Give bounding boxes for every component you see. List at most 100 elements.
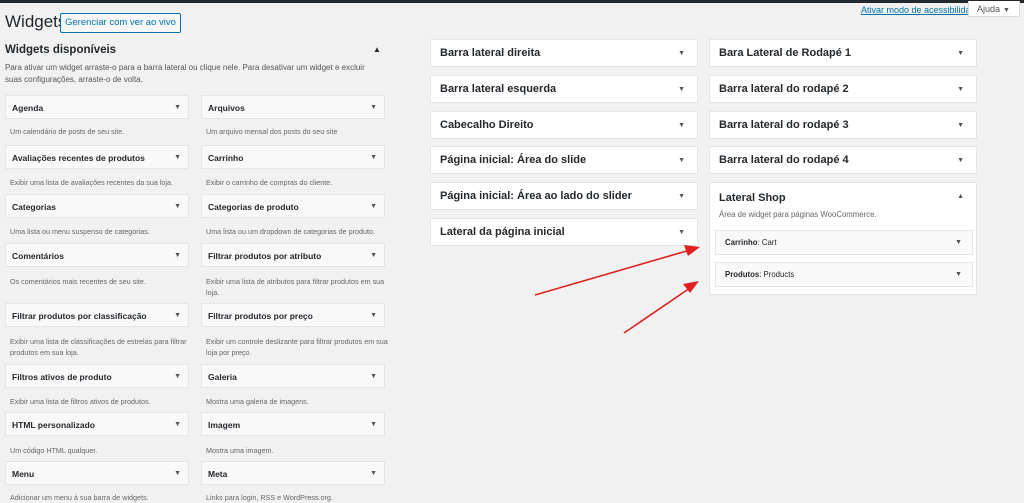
available-widgets-description: Para ativar um widget arraste-o para a b… bbox=[5, 63, 365, 84]
sidebar-title: Barra lateral direita bbox=[440, 47, 541, 59]
sidebar-pagina-inicial-ao-lado-slider[interactable]: Página inicial: Área ao lado do slider ▼ bbox=[430, 182, 698, 210]
widget-menu[interactable]: Menu ▼ bbox=[5, 461, 189, 485]
widget-filtros-ativos[interactable]: Filtros ativos de produto ▼ bbox=[5, 364, 189, 388]
collapse-arrow-icon[interactable]: ▲ bbox=[957, 193, 964, 200]
expand-arrow-icon[interactable]: ▼ bbox=[370, 244, 377, 268]
expand-arrow-icon[interactable]: ▼ bbox=[955, 263, 962, 287]
widget-description: Exibir uma lista de classificações de es… bbox=[10, 337, 187, 357]
expand-arrow-icon[interactable]: ▼ bbox=[174, 195, 181, 219]
expand-arrow-icon[interactable]: ▼ bbox=[957, 76, 964, 103]
widget-meta[interactable]: Meta ▼ bbox=[201, 461, 385, 485]
widget-html-personalizado[interactable]: HTML personalizado ▼ bbox=[5, 412, 189, 436]
widget-carrinho[interactable]: Carrinho ▼ bbox=[201, 145, 385, 169]
widget-title: Agenda bbox=[12, 103, 44, 113]
expand-arrow-icon[interactable]: ▼ bbox=[370, 413, 377, 437]
widget-title: Galeria bbox=[208, 372, 237, 382]
sidebar-title: Barra lateral esquerda bbox=[440, 83, 557, 95]
manage-live-preview-button[interactable]: Gerenciar com ver ao vivo bbox=[60, 13, 181, 33]
widget-imagem[interactable]: Imagem ▼ bbox=[201, 412, 385, 436]
expand-arrow-icon[interactable]: ▼ bbox=[174, 413, 181, 437]
sidebar-rodape-2[interactable]: Barra lateral do rodapé 2 ▼ bbox=[709, 75, 977, 103]
expand-arrow-icon[interactable]: ▼ bbox=[678, 183, 685, 210]
expand-arrow-icon[interactable]: ▼ bbox=[174, 462, 181, 486]
widget-filtrar-por-atributo[interactable]: Filtrar produtos por atributo ▼ bbox=[201, 243, 385, 267]
sidebar-title: Barra lateral do rodapé 3 bbox=[719, 119, 849, 131]
sidebar-pagina-inicial-slide[interactable]: Página inicial: Área do slide ▼ bbox=[430, 146, 698, 174]
widget-title: Filtrar produtos por preço bbox=[208, 311, 313, 321]
expand-arrow-icon[interactable]: ▼ bbox=[174, 146, 181, 170]
expand-arrow-icon[interactable]: ▼ bbox=[678, 147, 685, 174]
expand-arrow-icon[interactable]: ▼ bbox=[957, 112, 964, 139]
widget-description: Exibir um controle deslizante para filtr… bbox=[206, 337, 388, 357]
sidebar-title[interactable]: Lateral Shop bbox=[719, 192, 786, 204]
expand-arrow-icon[interactable]: ▼ bbox=[957, 40, 964, 67]
widget-title: Carrinho bbox=[208, 153, 244, 163]
widget-title: Filtrar produtos por classificação bbox=[12, 311, 147, 321]
widget-description: Uma lista ou menu suspenso de categorias… bbox=[10, 227, 150, 236]
widget-galeria[interactable]: Galeria ▼ bbox=[201, 364, 385, 388]
expand-arrow-icon[interactable]: ▼ bbox=[955, 231, 962, 255]
expand-arrow-icon[interactable]: ▼ bbox=[678, 76, 685, 103]
sidebar-barra-lateral-direita[interactable]: Barra lateral direita ▼ bbox=[430, 39, 698, 67]
sidebar-barra-lateral-esquerda[interactable]: Barra lateral esquerda ▼ bbox=[430, 75, 698, 103]
collapse-toggle-icon[interactable]: ▲ bbox=[373, 45, 381, 54]
annotation-arrowhead-2 bbox=[683, 281, 699, 293]
sidebar-lateral-pagina-inicial[interactable]: Lateral da página inicial ▼ bbox=[430, 218, 698, 246]
widget-comentarios[interactable]: Comentários ▼ bbox=[5, 243, 189, 267]
sidebar-title: Página inicial: Área do slide bbox=[440, 154, 587, 166]
widget-categorias-de-produto[interactable]: Categorias de produto ▼ bbox=[201, 194, 385, 218]
sidebar-title: Bara Lateral de Rodapé 1 bbox=[719, 47, 852, 59]
widget-categorias[interactable]: Categorias ▼ bbox=[5, 194, 189, 218]
widget-title: Comentários bbox=[12, 251, 64, 261]
placed-widget-title: : Cart bbox=[757, 238, 777, 247]
widget-arquivos[interactable]: Arquivos ▼ bbox=[201, 95, 385, 119]
expand-arrow-icon[interactable]: ▼ bbox=[678, 219, 685, 246]
admin-top-bar bbox=[0, 0, 1024, 3]
expand-arrow-icon[interactable]: ▼ bbox=[174, 96, 181, 120]
widget-filtrar-por-classificacao[interactable]: Filtrar produtos por classificação ▼ bbox=[5, 303, 189, 327]
widget-title: Meta bbox=[208, 469, 228, 479]
widget-title: Categorias bbox=[12, 202, 56, 212]
expand-arrow-icon[interactable]: ▼ bbox=[370, 365, 377, 389]
expand-arrow-icon[interactable]: ▼ bbox=[370, 195, 377, 219]
sidebar-rodape-1[interactable]: Bara Lateral de Rodapé 1 ▼ bbox=[709, 39, 977, 67]
expand-arrow-icon[interactable]: ▼ bbox=[174, 304, 181, 328]
sidebar-title: Barra lateral do rodapé 2 bbox=[719, 83, 849, 95]
expand-arrow-icon[interactable]: ▼ bbox=[678, 112, 685, 139]
sidebar-cabecalho-direito[interactable]: Cabecalho Direito ▼ bbox=[430, 111, 698, 139]
placed-widget-title: : Products bbox=[759, 270, 795, 279]
help-tab-button[interactable]: Ajuda ▼ bbox=[968, 1, 1020, 17]
widget-title: Categorias de produto bbox=[208, 202, 299, 212]
help-label: Ajuda bbox=[977, 4, 1001, 14]
widget-title: Filtros ativos de produto bbox=[12, 372, 112, 382]
expand-arrow-icon[interactable]: ▼ bbox=[370, 462, 377, 486]
expand-arrow-icon[interactable]: ▼ bbox=[370, 304, 377, 328]
sidebar-title: Página inicial: Área ao lado do slider bbox=[440, 190, 632, 202]
widget-description: Exibir uma lista de atributos para filtr… bbox=[206, 277, 385, 297]
sidebar-lateral-shop: Lateral Shop ▲ Área de widget para págin… bbox=[709, 182, 977, 295]
expand-arrow-icon[interactable]: ▼ bbox=[370, 146, 377, 170]
accessibility-mode-link[interactable]: Ativar modo de acessibilidade bbox=[861, 5, 981, 15]
expand-arrow-icon[interactable]: ▼ bbox=[957, 147, 964, 174]
expand-arrow-icon[interactable]: ▼ bbox=[678, 40, 685, 67]
widget-title: Arquivos bbox=[208, 103, 245, 113]
widget-description: Os comentários mais recentes de seu site… bbox=[10, 277, 146, 286]
sidebar-rodape-4[interactable]: Barra lateral do rodapé 4 ▼ bbox=[709, 146, 977, 174]
widget-title: Imagem bbox=[208, 420, 241, 430]
widget-avaliacoes-recentes[interactable]: Avaliações recentes de produtos ▼ bbox=[5, 145, 189, 169]
expand-arrow-icon[interactable]: ▼ bbox=[370, 96, 377, 120]
annotation-arrowhead-1 bbox=[684, 245, 700, 256]
widget-description: Links para login, RSS e WordPress.org. bbox=[206, 493, 333, 502]
placed-widget-type: Produtos bbox=[725, 270, 760, 279]
widget-description: Adicionar um menu à sua barra de widgets… bbox=[10, 493, 149, 502]
sidebar-rodape-3[interactable]: Barra lateral do rodapé 3 ▼ bbox=[709, 111, 977, 139]
placed-widget-carrinho[interactable]: Carrinho: Cart ▼ bbox=[715, 230, 973, 255]
widget-filtrar-por-preco[interactable]: Filtrar produtos por preço ▼ bbox=[201, 303, 385, 327]
expand-arrow-icon[interactable]: ▼ bbox=[174, 365, 181, 389]
annotation-arrow-line-2 bbox=[623, 287, 691, 334]
widget-description: Mostra uma galeria de imagens. bbox=[206, 397, 309, 406]
widget-title: Avaliações recentes de produtos bbox=[12, 153, 145, 163]
expand-arrow-icon[interactable]: ▼ bbox=[174, 244, 181, 268]
placed-widget-produtos[interactable]: Produtos: Products ▼ bbox=[715, 262, 973, 287]
widget-agenda[interactable]: Agenda ▼ bbox=[5, 95, 189, 119]
